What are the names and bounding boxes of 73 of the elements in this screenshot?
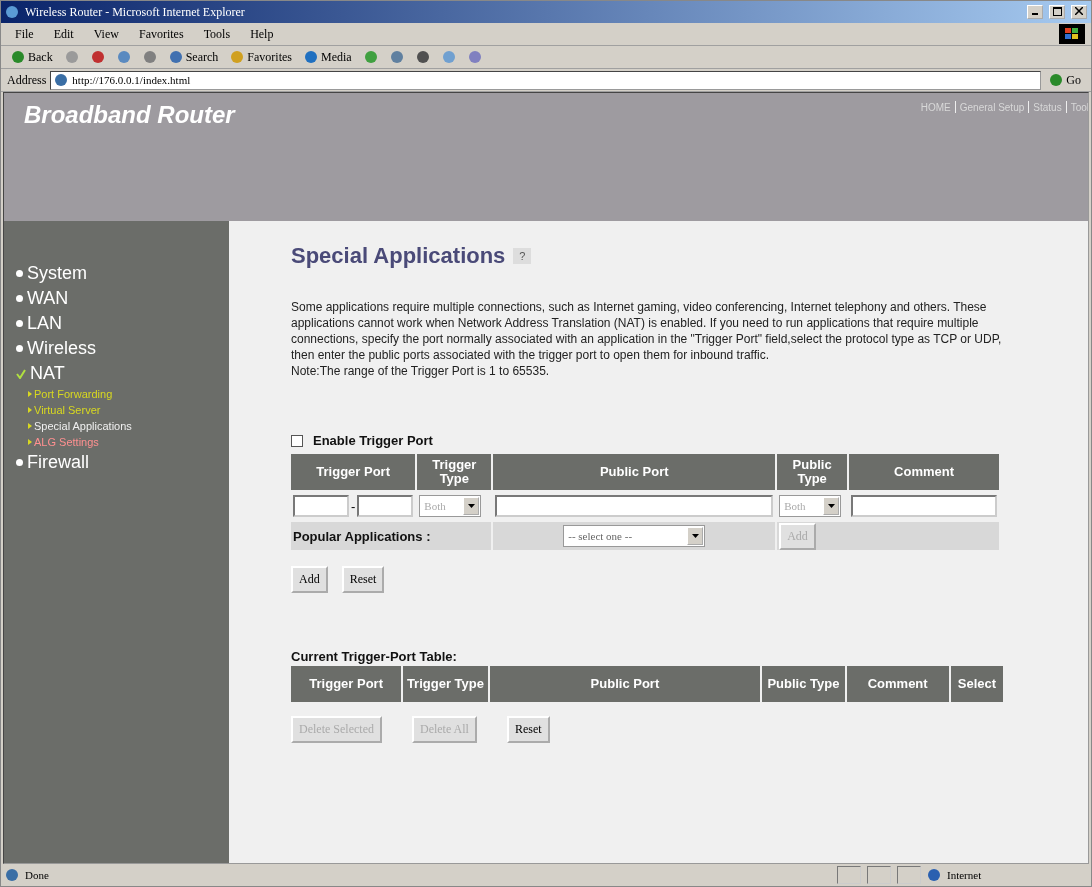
trigger-port-end-field[interactable] [357,495,414,517]
menu-item[interactable]: View [85,26,127,42]
address-label: Address [7,72,47,88]
reset-button[interactable]: Reset [341,566,385,593]
bullet-icon [16,345,23,352]
enable-checkbox[interactable] [291,434,303,447]
sidebar-item[interactable]: Firewall [16,450,229,475]
public-port-field[interactable] [495,495,774,517]
sidebar-subitem[interactable]: Port Forwarding [16,386,229,402]
sidebar-subitem[interactable]: Special Applications [16,418,229,434]
triangle-icon [28,407,32,413]
column-header: Select [950,666,1003,702]
column-header: Trigger Port [291,666,402,702]
sidebar-item[interactable]: WAN [16,286,229,311]
sidebar-item[interactable]: NAT [16,361,229,386]
sidebar-item[interactable]: Wireless [16,336,229,361]
maximize-icon [1052,6,1062,16]
column-header: Public Type [777,454,848,490]
help-button[interactable]: ? [513,248,532,264]
close-button[interactable] [1071,5,1087,19]
trigger-port-start-field[interactable] [293,495,349,517]
menu-item[interactable]: Help [242,26,282,42]
zone-text: Internet [947,869,983,881]
column-header: Comment [846,666,949,702]
maximize-button[interactable] [1049,5,1065,19]
back-button[interactable]: Back [7,49,57,65]
menu-item[interactable]: Edit [45,26,82,42]
column-header: Trigger Type [417,454,492,490]
description-paragraph: Some applications require multiple connections, such as Internet gaming, video conferencing, Internet telephony and others. These applications cannot work when Network Address Translation (NAT) is enabled. If you need to run applications that require multiple connections, specify the port normally associated with an application in the "Trigger Port" field,select the protocol type as TCP or UDP, then enter the public ports associated with the trigger port to open them for inbound traffic. [291,299,1003,363]
brand-title: Broadband Router [24,101,235,129]
menu-item[interactable]: Favorites [130,26,192,42]
address-field[interactable]: http://176.0.0.1/index.html [50,70,1042,90]
triangle-icon [28,391,32,397]
status-pane [897,866,921,884]
sidebar-item[interactable]: System [16,261,229,286]
column-header: Public Port [489,666,761,702]
status-pane [837,866,861,884]
note-text: Note:The range of the Trigger Port is 1 to 65535. [291,363,551,379]
favorites-button[interactable]: Favorites [226,49,296,65]
column-header: Public Type [762,666,845,702]
page-title: Special Applications [291,243,506,269]
port-separator: - [351,498,356,514]
add-button[interactable]: Add [291,566,328,593]
close-icon [1075,7,1083,15]
checkbox-label: Enable Trigger Port [313,433,433,448]
column-header: Public Port [493,454,776,490]
application-select[interactable]: -- select one -- [563,525,706,547]
bullet-icon [16,295,23,302]
table-title: Current Trigger-Port Table: [291,649,458,664]
search-button[interactable]: Search [164,49,223,65]
bullet-icon [16,320,23,327]
bullet-icon [16,270,23,277]
sidebar-subitem[interactable]: Virtual Server [16,402,229,418]
bullet-icon [16,459,23,466]
comment-field[interactable] [851,495,997,517]
status-pane [867,866,891,884]
minimize-button[interactable] [1027,5,1043,19]
column-header: Comment [849,454,999,490]
window-title: Wireless Router - Microsoft Internet Explorer [25,4,246,20]
go-button[interactable]: Go [1045,72,1085,88]
triangle-icon [28,423,32,429]
column-header: Trigger Port [291,454,416,490]
triangle-icon [28,439,32,445]
menu-item[interactable]: Tools [195,26,239,42]
check-icon [16,368,26,379]
menu-item[interactable]: File [7,26,42,42]
media-button[interactable]: Media [300,49,356,65]
status-text: Done [25,869,49,881]
reset-button[interactable]: Reset [506,716,550,743]
column-header: Trigger Type [403,666,488,702]
sidebar-item[interactable]: LAN [16,311,229,336]
windows-logo-icon [1059,24,1085,44]
popular-applications-label: Popular Applications : [293,528,431,544]
